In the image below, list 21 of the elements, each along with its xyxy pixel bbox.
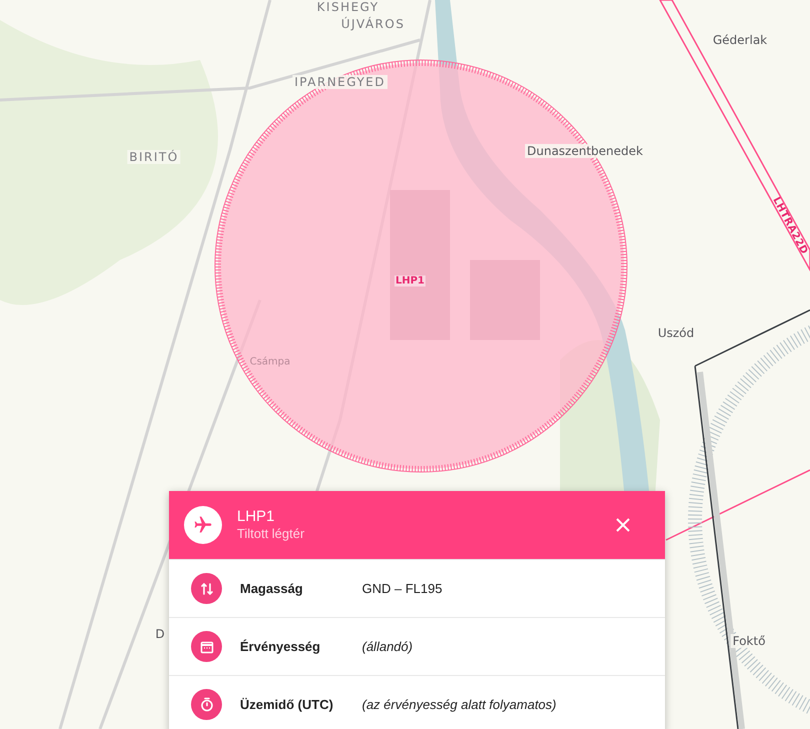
place-label: Foktő [730, 634, 768, 648]
panel-title: LHP1 [237, 508, 276, 526]
airspace-label: LHP1 [394, 276, 426, 286]
place-label: Dunaszentbenedek [525, 144, 645, 158]
property-value: (az érvényesség alatt folyamatos) [362, 697, 556, 712]
property-label: Magasság [240, 581, 304, 596]
panel-subtitle: Tiltott légtér [237, 526, 306, 542]
place-label: BIRITÓ [127, 150, 181, 164]
place-label: Csámpa [250, 356, 290, 368]
place-label: IPARNEGYED [292, 75, 388, 89]
property-label: Érvényesség [240, 639, 322, 654]
calendar-icon [200, 640, 214, 654]
close-icon [616, 518, 630, 532]
up-down-arrows-icon [200, 582, 214, 596]
property-label: Üzemidő (UTC) [240, 697, 334, 712]
airplane-icon [193, 515, 213, 535]
property-value: (állandó) [362, 639, 413, 654]
property-value: GND – FL195 [362, 581, 442, 596]
stopwatch-icon [200, 697, 214, 712]
place-label: Uszód [656, 326, 696, 340]
place-label: Géderlak [710, 33, 770, 47]
